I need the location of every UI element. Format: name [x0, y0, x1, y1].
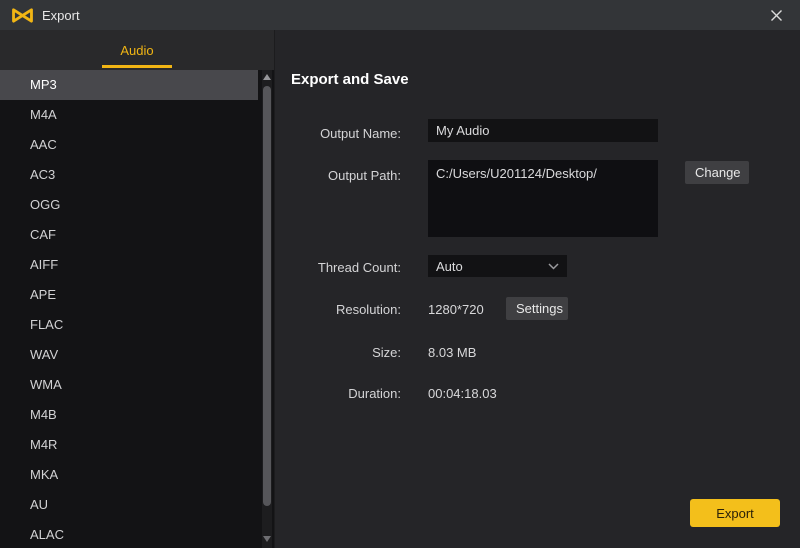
- tab-audio[interactable]: Audio: [102, 30, 172, 70]
- thread-count-label: Thread Count:: [317, 260, 401, 275]
- format-item-alac[interactable]: ALAC: [0, 520, 258, 548]
- format-item-au[interactable]: AU: [0, 490, 258, 520]
- format-list: MP3 M4A AAC AC3 OGG CAF AIFF APE FLAC WA…: [0, 70, 274, 548]
- format-item-aiff[interactable]: AIFF: [0, 250, 258, 280]
- format-list-scrollbar[interactable]: [262, 70, 272, 548]
- size-label: Size:: [372, 345, 401, 360]
- format-item-mka[interactable]: MKA: [0, 460, 258, 490]
- export-button[interactable]: Export: [690, 499, 780, 527]
- export-panel: Export and Save Output Name: Output Path…: [274, 30, 800, 548]
- tabbar: Audio: [0, 30, 274, 70]
- format-item-wav[interactable]: WAV: [0, 340, 258, 370]
- duration-value: 00:04:18.03: [428, 386, 497, 401]
- size-value: 8.03 MB: [428, 345, 477, 360]
- thread-count-dropdown[interactable]: Auto: [428, 255, 567, 277]
- format-item-flac[interactable]: FLAC: [0, 310, 258, 340]
- format-item-caf[interactable]: CAF: [0, 220, 258, 250]
- resolution-label: Resolution:: [335, 302, 401, 317]
- window-title: Export: [42, 7, 80, 23]
- resolution-value: 1280*720: [428, 302, 484, 317]
- format-item-m4a[interactable]: M4A: [0, 100, 258, 130]
- format-item-ape[interactable]: APE: [0, 280, 258, 310]
- panel-heading: Export and Save: [291, 71, 409, 88]
- change-path-button[interactable]: Change: [685, 161, 749, 184]
- titlebar: Export: [0, 0, 800, 30]
- format-item-ac3[interactable]: AC3: [0, 160, 258, 190]
- format-item-wma[interactable]: WMA: [0, 370, 258, 400]
- chevron-down-icon: [548, 262, 559, 270]
- sidebar: Audio MP3 M4A AAC AC3 OGG CAF AIFF APE F…: [0, 30, 274, 548]
- scroll-up-button[interactable]: [262, 70, 272, 84]
- thread-count-value: Auto: [436, 258, 463, 274]
- app-logo-icon: [11, 7, 34, 24]
- output-name-label: Output Name:: [320, 126, 401, 141]
- tab-active-underline: [102, 65, 172, 68]
- output-path-label: Output Path:: [328, 168, 401, 183]
- output-path-field[interactable]: C:/Users/U201124/Desktop/: [428, 160, 658, 237]
- scroll-down-icon: [263, 536, 271, 542]
- format-item-ogg[interactable]: OGG: [0, 190, 258, 220]
- close-button[interactable]: [760, 0, 792, 30]
- duration-label: Duration:: [348, 386, 401, 401]
- format-item-mp3[interactable]: MP3: [0, 70, 258, 100]
- format-item-m4b[interactable]: M4B: [0, 400, 258, 430]
- format-item-aac[interactable]: AAC: [0, 130, 258, 160]
- tab-audio-label: Audio: [120, 42, 154, 58]
- resolution-settings-button[interactable]: Settings: [506, 297, 568, 320]
- output-name-input[interactable]: [428, 119, 658, 142]
- scroll-down-button[interactable]: [262, 532, 272, 546]
- format-item-m4r[interactable]: M4R: [0, 430, 258, 460]
- scrollbar-thumb[interactable]: [263, 86, 271, 506]
- scroll-up-icon: [263, 74, 271, 80]
